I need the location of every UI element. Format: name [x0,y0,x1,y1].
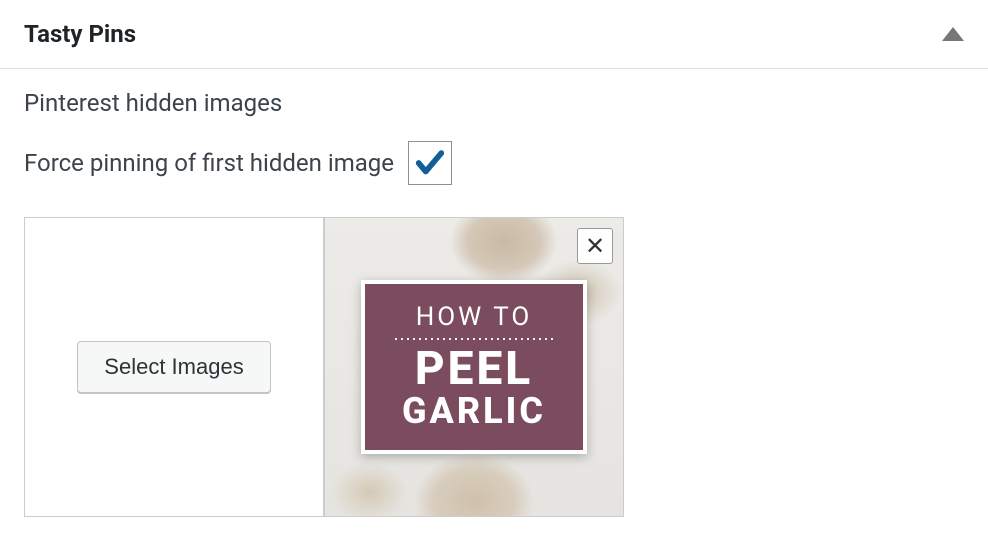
pin-text-line3: GARLIC [402,392,546,432]
force-pin-checkbox[interactable] [408,141,452,185]
hidden-image-thumbnail[interactable]: HOW TO PEEL GARLIC ✕ [324,217,624,517]
force-pin-label: Force pinning of first hidden image [24,149,394,177]
collapse-toggle-icon[interactable] [942,27,964,41]
select-images-box: Select Images [24,217,324,517]
hidden-images-subtitle: Pinterest hidden images [24,89,964,117]
checkmark-icon [413,146,447,180]
select-images-button[interactable]: Select Images [77,341,270,393]
force-pin-row: Force pinning of first hidden image [24,141,964,185]
remove-image-button[interactable]: ✕ [577,228,613,264]
panel-header: Tasty Pins [0,0,988,69]
panel-title: Tasty Pins [24,20,136,48]
panel-body: Pinterest hidden images Force pinning of… [0,69,988,537]
pin-text-line1: HOW TO [416,302,533,332]
images-row: Select Images HOW TO PEEL GARLIC ✕ [24,217,964,517]
pin-divider-dots [393,338,555,340]
pin-graphic-card: HOW TO PEEL GARLIC [361,280,587,454]
pin-text-line2: PEEL [415,346,533,392]
